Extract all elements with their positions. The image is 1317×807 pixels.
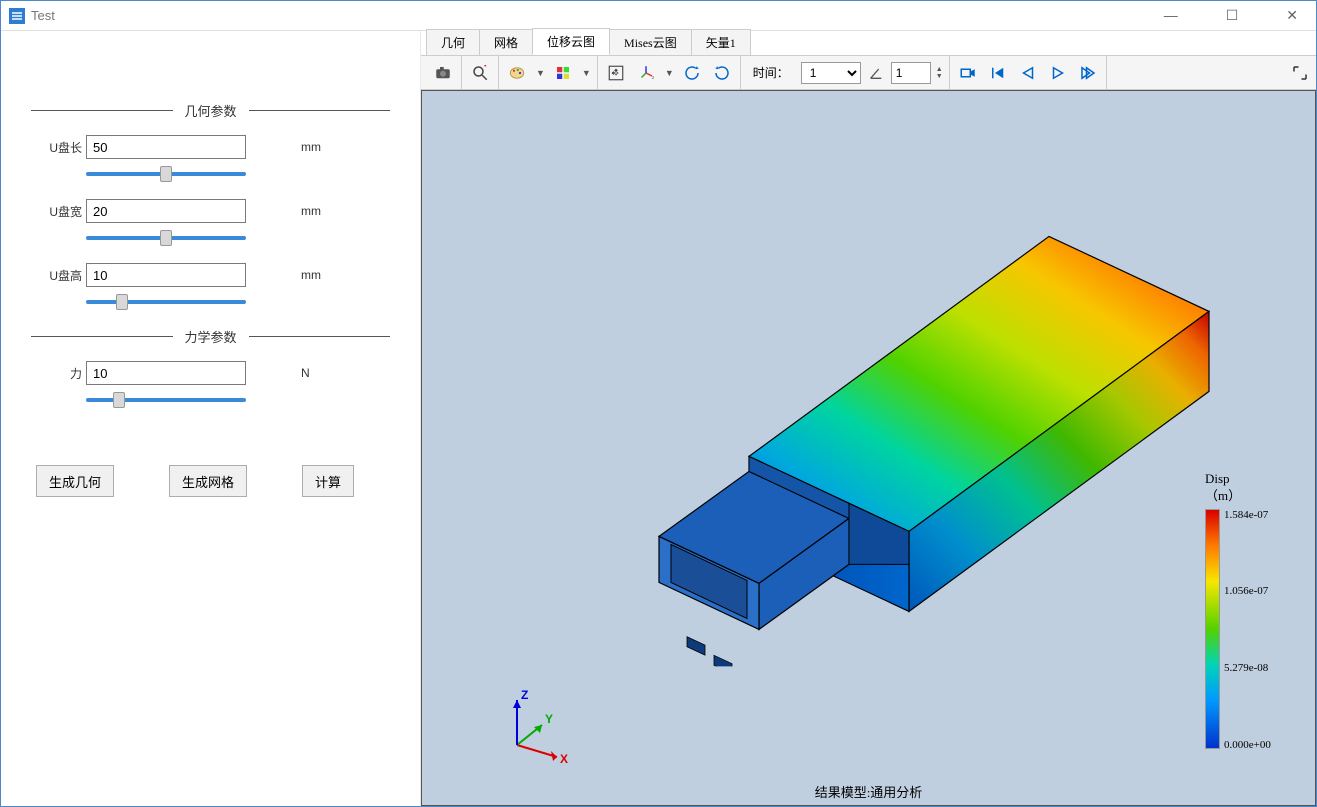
width-input[interactable] [86, 199, 246, 223]
tab-mesh[interactable]: 网格 [479, 29, 533, 55]
step-forward-icon[interactable] [1076, 61, 1100, 85]
length-unit: mm [301, 140, 321, 154]
app-logo [9, 8, 25, 24]
skip-first-icon[interactable] [986, 61, 1010, 85]
height-slider[interactable] [86, 300, 246, 304]
legend-tick: 1.056e-07 [1224, 585, 1271, 597]
result-label: 结果模型:通用分析 [815, 782, 923, 801]
width-label: U盘宽 [31, 203, 86, 220]
close-button[interactable]: ✕ [1276, 7, 1308, 24]
step-back-icon[interactable] [1016, 61, 1040, 85]
step-down[interactable]: ▼ [936, 73, 943, 80]
tab-mises[interactable]: Mises云图 [609, 29, 692, 55]
length-input[interactable] [86, 135, 246, 159]
height-input[interactable] [86, 263, 246, 287]
minimize-button[interactable]: — [1154, 7, 1188, 24]
force-label: 力 [31, 365, 86, 382]
palette-icon[interactable] [505, 61, 529, 85]
force-slider[interactable] [86, 398, 246, 402]
tab-displacement[interactable]: 位移云图 [532, 28, 610, 55]
svg-text:Y: Y [545, 712, 553, 726]
maximize-button[interactable]: ☐ [1216, 7, 1249, 24]
force-input[interactable] [86, 361, 246, 385]
section-mechanics: 力学参数 [31, 327, 390, 346]
time-step-input[interactable] [891, 62, 931, 84]
legend-tick: 1.584e-07 [1224, 509, 1271, 521]
cube-color-icon[interactable] [551, 61, 575, 85]
time-select[interactable]: 1 [801, 62, 861, 84]
3d-viewport[interactable]: X Y Z Disp （m） 1.584 [421, 90, 1316, 806]
width-slider[interactable] [86, 236, 246, 240]
svg-text:z: z [652, 75, 655, 80]
step-up[interactable]: ▲ [936, 66, 943, 73]
height-unit: mm [301, 268, 321, 282]
model-render [519, 146, 1219, 666]
rotate-ccw-icon[interactable] [680, 61, 704, 85]
legend-tick: 5.279e-08 [1224, 662, 1271, 674]
titlebar: Test — ☐ ✕ [1, 1, 1316, 31]
window-title: Test [31, 8, 55, 23]
time-label: 时间： [747, 64, 795, 81]
parameter-panel: 几何参数 U盘长 mm U盘宽 mm U盘高 mm 力学参数 [1, 31, 421, 806]
section-geometry: 几何参数 [31, 101, 390, 120]
axis-view-icon[interactable]: z [634, 61, 658, 85]
legend-bar [1205, 509, 1220, 749]
expand-icon[interactable] [1288, 61, 1312, 85]
play-icon[interactable] [1046, 61, 1070, 85]
legend-tick: 0.000e+00 [1224, 739, 1271, 751]
svg-text:X: X [560, 752, 568, 765]
height-label: U盘高 [31, 267, 86, 284]
axis-triad: X Y Z [497, 685, 577, 765]
tabs: 几何 网格 位移云图 Mises云图 矢量1 [421, 31, 1316, 56]
length-label: U盘长 [31, 139, 86, 156]
record-icon[interactable] [956, 61, 980, 85]
tab-geometry[interactable]: 几何 [426, 29, 480, 55]
color-legend: Disp （m） 1.584e-07 1.056e-07 5.279e-08 0… [1205, 471, 1295, 751]
tab-vector1[interactable]: 矢量1 [691, 29, 751, 55]
fit-view-icon[interactable] [604, 61, 628, 85]
svg-text:Z: Z [521, 688, 528, 702]
zoom-icon[interactable] [468, 61, 492, 85]
generate-mesh-button[interactable]: 生成网格 [169, 465, 247, 497]
force-unit: N [301, 366, 310, 380]
angle-icon[interactable] [867, 61, 885, 85]
length-slider[interactable] [86, 172, 246, 176]
compute-button[interactable]: 计算 [302, 465, 354, 497]
viewport-toolbar: ▼ ▼ z▼ 时间： 1 ▲▼ [421, 56, 1316, 90]
camera-icon[interactable] [431, 61, 455, 85]
generate-geometry-button[interactable]: 生成几何 [36, 465, 114, 497]
rotate-cw-icon[interactable] [710, 61, 734, 85]
width-unit: mm [301, 204, 321, 218]
